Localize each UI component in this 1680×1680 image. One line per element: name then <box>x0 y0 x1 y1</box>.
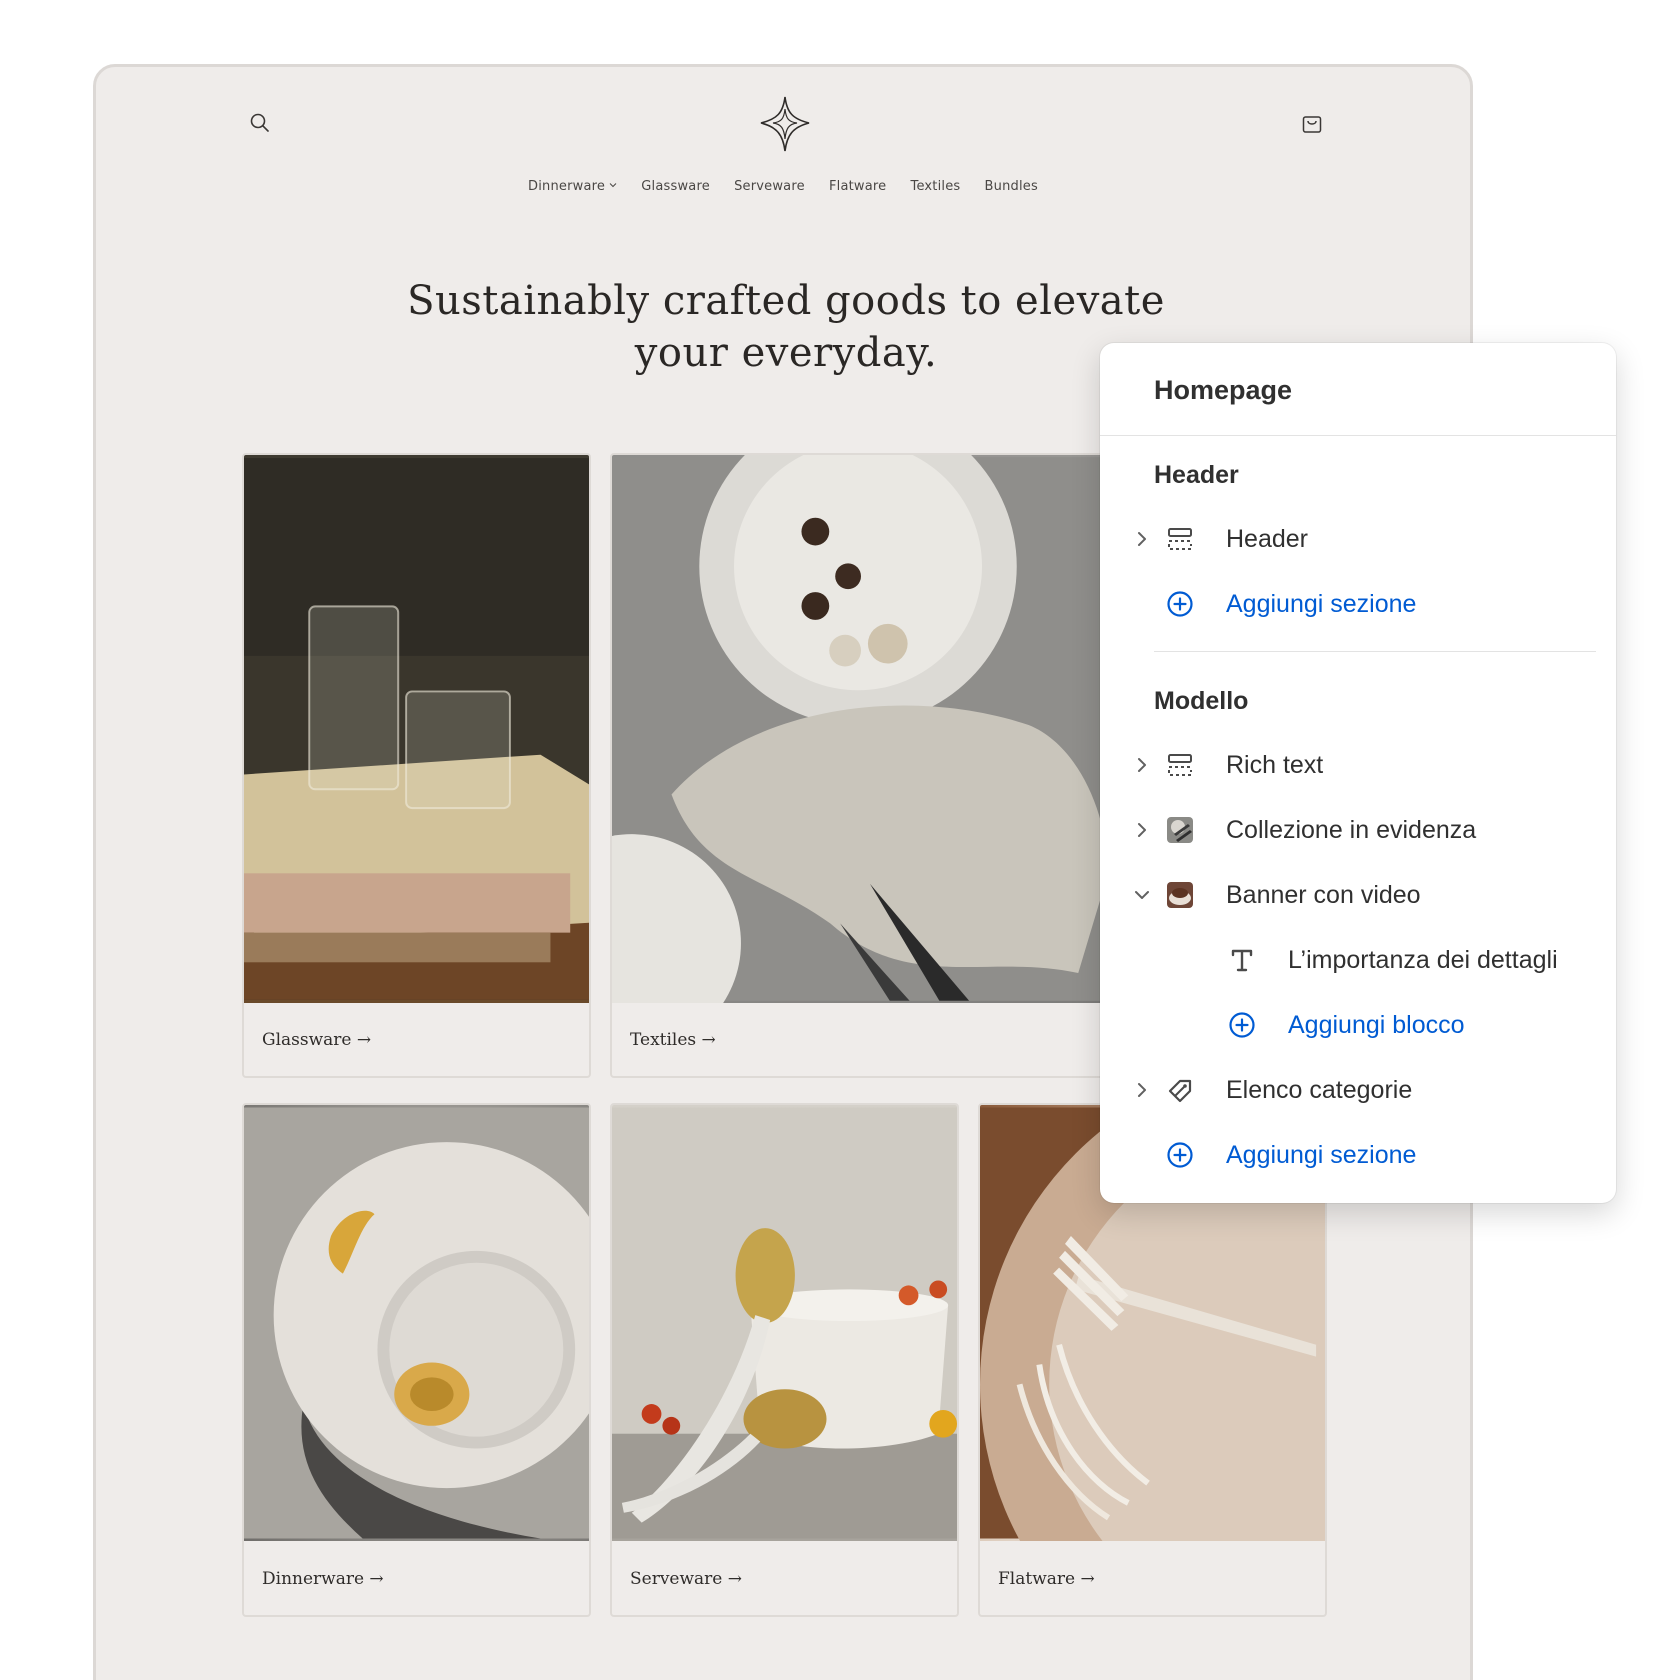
add-section-button-template[interactable]: Aggiungi sezione <box>1132 1135 1602 1175</box>
nav-item-textiles[interactable]: Textiles <box>911 179 961 194</box>
group-label-header: Header <box>1154 461 1239 489</box>
nav-item-bundles[interactable]: Bundles <box>985 179 1038 194</box>
card-caption: Serveware → <box>630 1569 743 1589</box>
chevron-right-icon[interactable] <box>1132 755 1152 775</box>
add-block-label: Aggiungi blocco <box>1288 1011 1465 1039</box>
add-section-label: Aggiungi sezione <box>1226 1141 1417 1169</box>
block-label: L’importanza dei dettagli <box>1288 946 1558 974</box>
collection-card-dinnerware[interactable]: Dinnerware → <box>242 1103 591 1617</box>
section-icon <box>1168 754 1192 776</box>
nav-label: Dinnerware <box>528 179 606 194</box>
block-item-details[interactable]: L’importanza dei dettagli <box>1132 940 1602 980</box>
plus-circle-icon <box>1167 1142 1193 1168</box>
chevron-right-icon[interactable] <box>1132 1080 1152 1100</box>
cart-icon[interactable] <box>1301 113 1323 135</box>
hero-line-2: your everyday. <box>634 330 938 376</box>
editor-sections-panel: Homepage Header Header Aggiungi sezione … <box>1100 343 1616 1203</box>
text-icon <box>1231 949 1253 972</box>
chevron-down-icon[interactable] <box>1132 885 1152 905</box>
chevron-right-icon[interactable] <box>1132 820 1152 840</box>
panel-title: Homepage <box>1154 375 1293 405</box>
section-item-video-banner[interactable]: Banner con video <box>1132 875 1602 915</box>
store-header: Dinnerware Glassware Serveware Flatware … <box>96 67 1470 217</box>
chevron-down-icon <box>609 183 617 188</box>
section-item-header[interactable]: Header <box>1132 519 1602 559</box>
section-item-category-list[interactable]: Elenco categorie <box>1132 1070 1602 1110</box>
add-block-button[interactable]: Aggiungi blocco <box>1132 1005 1602 1045</box>
nav-item-dinnerware[interactable]: Dinnerware <box>528 179 617 194</box>
store-nav: Dinnerware Glassware Serveware Flatware … <box>96 179 1470 194</box>
collection-card-textiles[interactable]: Textiles → <box>610 453 1110 1078</box>
group-label-template: Modello <box>1154 687 1249 715</box>
glassware-photo <box>244 455 589 1003</box>
section-label: Rich text <box>1226 751 1324 779</box>
dinnerware-photo <box>244 1105 589 1541</box>
plus-circle-icon <box>1229 1012 1255 1038</box>
hero-line-1: Sustainably crafted goods to elevate <box>407 278 1165 324</box>
card-caption: Glassware → <box>262 1030 372 1050</box>
search-icon[interactable] <box>248 111 272 135</box>
collection-card-serveware[interactable]: Serveware → <box>610 1103 959 1617</box>
section-label: Collezione in evidenza <box>1226 816 1477 844</box>
tag-icon <box>1168 1079 1192 1103</box>
section-icon <box>1168 528 1192 550</box>
collection-card-glassware[interactable]: Glassware → <box>242 453 591 1078</box>
group-divider <box>1154 651 1596 652</box>
chevron-right-icon[interactable] <box>1132 529 1152 549</box>
nav-item-serveware[interactable]: Serveware <box>734 179 805 194</box>
section-label: Elenco categorie <box>1226 1076 1413 1104</box>
section-item-featured-collection[interactable]: Collezione in evidenza <box>1132 810 1602 850</box>
plus-circle-icon <box>1167 591 1193 617</box>
brand-logo-icon[interactable] <box>759 95 811 153</box>
card-caption: Textiles → <box>630 1030 716 1050</box>
section-label: Banner con video <box>1226 881 1421 909</box>
featured-collection-thumbnail-icon <box>1167 817 1193 843</box>
card-caption: Flatware → <box>998 1569 1095 1589</box>
serveware-photo <box>612 1105 957 1541</box>
video-banner-thumbnail-icon <box>1167 882 1193 908</box>
textiles-photo <box>612 455 1108 1003</box>
card-caption: Dinnerware → <box>262 1569 384 1589</box>
add-section-label: Aggiungi sezione <box>1226 590 1417 618</box>
panel-divider <box>1100 435 1616 436</box>
add-section-button-header[interactable]: Aggiungi sezione <box>1132 584 1602 624</box>
section-item-rich-text[interactable]: Rich text <box>1132 745 1602 785</box>
nav-item-glassware[interactable]: Glassware <box>641 179 710 194</box>
nav-item-flatware[interactable]: Flatware <box>829 179 886 194</box>
section-label: Header <box>1226 525 1308 553</box>
